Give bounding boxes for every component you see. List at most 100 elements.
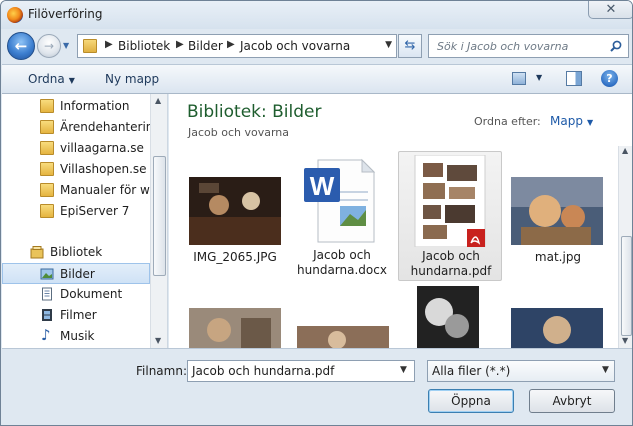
nav-library-label: Bilder <box>60 267 95 281</box>
photo-thumbnail <box>189 177 281 245</box>
folder-icon <box>83 39 97 53</box>
nav-folder-label: villaagarna.se <box>60 141 144 155</box>
scroll-down-icon[interactable]: ▼ <box>155 336 161 345</box>
nav-folder-villaagarna[interactable]: villaagarna.se <box>2 138 150 159</box>
filename-input[interactable]: Jacob och hundarna.pdf <box>187 360 415 382</box>
word-document-icon: W <box>304 158 376 243</box>
search-placeholder: Sök i Jacob och vovarna <box>437 40 569 53</box>
nav-library-root[interactable]: Bibliotek <box>2 242 150 263</box>
refresh-button[interactable]: ⇆ <box>398 34 422 58</box>
nav-folder-arendehantering[interactable]: Ärendehantering <box>2 117 161 138</box>
nav-library-filmer[interactable]: Filmer <box>2 305 150 326</box>
file-name: Jacob och hundarna.docx <box>297 248 387 277</box>
organize-label: Ordna <box>28 72 65 86</box>
photo-thumbnail <box>511 177 603 245</box>
nav-scrollbar[interactable]: ▲ ▼ <box>150 94 167 348</box>
folder-icon <box>40 141 54 155</box>
help-icon[interactable]: ? <box>601 70 618 87</box>
photo-thumbnail[interactable] <box>511 308 603 348</box>
file-type-dropdown-icon[interactable]: ▼ <box>602 365 609 375</box>
nav-folder-label: Ärendehantering <box>60 120 162 134</box>
breadcrumb-bilder[interactable]: Bilder <box>188 39 223 53</box>
title-bar: Filöverföring ✕ <box>1 1 632 29</box>
nav-folder-villashopen[interactable]: Villashopen.se <box>2 159 150 180</box>
close-button[interactable]: ✕ <box>588 1 632 19</box>
chevron-down-icon: ▼ <box>586 118 594 127</box>
navigation-bar: ← → ▼ ▶ Bibliotek ▶ Bilder ▶ Jacob och v… <box>1 29 632 63</box>
documents-icon <box>42 287 52 301</box>
photo-thumbnail[interactable] <box>297 326 389 348</box>
chevron-down-icon: ▼ <box>68 76 75 85</box>
view-options-dropdown-icon[interactable]: ▼ <box>536 73 542 82</box>
library-subtitle: Jacob och vovarna <box>188 126 290 139</box>
content-scroll-thumb[interactable] <box>621 236 632 336</box>
file-list-pane: Bibliotek: Bilder Jacob och vovarna Ordn… <box>169 94 632 348</box>
nav-folder-label: Manualer för wel <box>60 183 161 197</box>
scroll-down-icon[interactable]: ▼ <box>622 336 628 345</box>
recent-pages-dropdown-icon[interactable]: ▼ <box>63 41 73 51</box>
change-view-icon[interactable] <box>512 72 526 85</box>
nav-library-musik[interactable]: ♪ Musik <box>2 326 150 347</box>
file-upload-dialog: Filöverföring ✕ ← → ▼ ▶ Bibliotek ▶ Bild… <box>0 0 633 426</box>
folder-icon <box>40 120 54 134</box>
nav-folder-information[interactable]: Information <box>2 96 150 117</box>
nav-folder-episerver[interactable]: EpiServer 7 <box>2 201 150 222</box>
search-icon[interactable] <box>610 40 622 52</box>
scroll-up-icon[interactable]: ▲ <box>622 146 628 155</box>
arrange-by-dropdown[interactable]: Mapp ▼ <box>550 114 593 128</box>
dialog-footer: Filnamn: Jacob och hundarna.pdf ▼ Alla f… <box>2 348 632 425</box>
nav-library-dokument[interactable]: Dokument <box>2 284 150 305</box>
chevron-right-icon[interactable]: ▶ <box>227 39 235 50</box>
file-name: Jacob och hundarna.pdf <box>410 249 492 278</box>
chevron-right-icon[interactable]: ▶ <box>105 39 113 50</box>
nav-library-label: Dokument <box>60 287 123 301</box>
library-icon <box>30 246 44 259</box>
filename-history-dropdown-icon[interactable]: ▼ <box>400 365 407 375</box>
folder-icon <box>40 162 54 176</box>
open-button[interactable]: Öppna <box>428 389 514 413</box>
search-input[interactable]: Sök i Jacob och vovarna <box>428 34 629 58</box>
new-folder-button[interactable]: Ny mapp <box>105 72 159 86</box>
back-button[interactable]: ← <box>7 32 35 60</box>
filename-label: Filnamn: <box>136 364 187 378</box>
window-title: Filöverföring <box>28 7 103 21</box>
nav-library-header: Bibliotek <box>50 245 103 259</box>
firefox-icon <box>7 7 23 23</box>
nav-library-bilder[interactable]: Bilder <box>2 263 150 284</box>
content-scrollbar[interactable]: ▲ ▼ <box>618 146 632 348</box>
library-title: Bibliotek: Bilder <box>187 102 322 122</box>
file-name: IMG_2065.JPG <box>193 250 277 264</box>
navigation-pane: Information Ärendehantering villaagarna.… <box>2 94 168 348</box>
photo-thumbnail[interactable] <box>189 308 281 348</box>
file-item-img-2065[interactable]: IMG_2065.JPG <box>183 152 287 282</box>
folder-icon <box>40 99 54 113</box>
nav-folder-label: Villashopen.se <box>60 162 147 176</box>
arrange-by-label: Ordna efter: <box>474 115 541 128</box>
address-dropdown-icon[interactable]: ▼ <box>385 40 392 50</box>
nav-scroll-thumb[interactable] <box>153 156 166 276</box>
file-item-docx[interactable]: W Jacob och hundarna.docx <box>290 152 394 282</box>
breadcrumb-jacob-och-vovarna[interactable]: Jacob och vovarna <box>240 39 350 53</box>
file-item-pdf[interactable]: Jacob och hundarna.pdf <box>398 151 502 281</box>
chevron-right-icon[interactable]: ▶ <box>176 39 184 50</box>
nav-folder-label: EpiServer 7 <box>60 204 130 218</box>
file-type-select[interactable]: Alla filer (*.*) <box>427 360 615 382</box>
file-item-mat-jpg[interactable]: mat.jpg <box>506 152 610 282</box>
nav-library-label: Musik <box>60 329 95 343</box>
nav-folder-manualer[interactable]: Manualer för wel <box>2 180 161 201</box>
folder-icon <box>40 204 54 218</box>
cancel-button[interactable]: Avbryt <box>529 389 615 413</box>
scroll-up-icon[interactable]: ▲ <box>155 96 161 105</box>
nav-folder-label: Information <box>60 99 130 113</box>
command-toolbar: Ordna ▼ Ny mapp ▼ ? <box>2 64 632 94</box>
preview-pane-icon[interactable] <box>566 71 582 86</box>
music-icon: ♪ <box>41 326 51 344</box>
forward-button[interactable]: → <box>37 34 61 58</box>
pictures-icon <box>40 268 54 280</box>
svg-text:W: W <box>310 171 335 201</box>
address-bar[interactable]: ▶ Bibliotek ▶ Bilder ▶ Jacob och vovarna… <box>77 34 397 58</box>
breadcrumb-bibliotek[interactable]: Bibliotek <box>118 39 170 53</box>
videos-icon <box>42 309 52 321</box>
organize-menu-button[interactable]: Ordna ▼ <box>28 72 75 86</box>
photo-thumbnail[interactable] <box>417 286 479 348</box>
